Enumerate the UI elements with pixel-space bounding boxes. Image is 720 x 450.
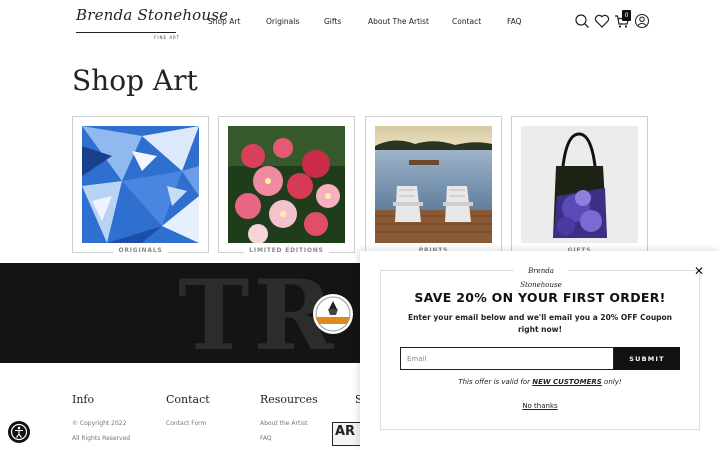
- account-icon[interactable]: [634, 13, 650, 29]
- nav-contact[interactable]: Contact: [452, 17, 481, 26]
- footer-contact: Contact Contact Form: [166, 393, 210, 427]
- footer-info: Info © Copyright 2022 All Rights Reserve…: [72, 393, 130, 442]
- category-card-originals[interactable]: ORIGINALS: [72, 116, 209, 254]
- nav-about-artist[interactable]: About The Artist: [368, 17, 429, 26]
- offer-suffix: only!: [601, 378, 622, 386]
- footer-copyright: © Copyright 2022: [72, 420, 127, 427]
- logo-script: Brenda Stonehouse: [76, 6, 229, 24]
- nav-gifts[interactable]: Gifts: [324, 17, 341, 26]
- arc-logo: AR: [332, 422, 362, 446]
- close-icon[interactable]: ✕: [692, 264, 706, 278]
- limited-editions-artwork: [228, 126, 345, 243]
- award-seal-badge: [313, 294, 353, 334]
- nav-originals[interactable]: Originals: [266, 17, 299, 26]
- offer-note: This offer is valid for NEW CUSTOMERS on…: [380, 378, 700, 386]
- accessibility-icon: [10, 423, 28, 441]
- footer-contact-form-link[interactable]: Contact Form: [166, 420, 206, 427]
- no-thanks-link[interactable]: No thanks: [380, 402, 700, 410]
- offer-highlight: NEW CUSTOMERS: [532, 378, 602, 386]
- category-card-prints[interactable]: PRINTS: [365, 116, 502, 254]
- footer-resources-heading: Resources: [260, 393, 318, 406]
- prints-artwork: [375, 126, 492, 243]
- nav-faq[interactable]: FAQ: [507, 17, 522, 26]
- email-field[interactable]: [400, 347, 614, 370]
- submit-button[interactable]: SUBMIT: [614, 347, 680, 370]
- category-card-limited-editions[interactable]: LIMITED EDITIONS: [218, 116, 355, 254]
- category-label-originals: ORIGINALS: [73, 247, 208, 254]
- footer-info-heading: Info: [72, 393, 95, 406]
- offer-prefix: This offer is valid for: [458, 378, 533, 386]
- footer-contact-heading: Contact: [166, 393, 210, 406]
- brand-logo[interactable]: Brenda Stonehouse FINE ART: [76, 6, 228, 40]
- originals-artwork: [82, 126, 199, 243]
- nav-shop-art[interactable]: Shop Art: [208, 17, 240, 26]
- search-icon[interactable]: [574, 13, 590, 29]
- page-title: Shop Art: [72, 64, 198, 97]
- logo-rule: [76, 32, 176, 33]
- popup-logo: Brenda Stonehouse: [514, 264, 568, 289]
- category-label-limited-editions: LIMITED EDITIONS: [219, 247, 354, 254]
- category-card-gifts[interactable]: GIFTS: [511, 116, 648, 254]
- site-header: Brenda Stonehouse FINE ART Shop Art Orig…: [0, 0, 720, 44]
- footer-faq-link[interactable]: FAQ: [260, 435, 272, 442]
- heart-icon[interactable]: [594, 13, 610, 29]
- footer-about-link[interactable]: About the Artist: [260, 420, 307, 427]
- footer-rights: All Rights Reserved: [72, 435, 131, 442]
- popup-headline: SAVE 20% ON YOUR FIRST ORDER!: [414, 290, 666, 305]
- logo-subtitle: FINE ART: [154, 35, 180, 40]
- footer-resources: Resources About the Artist FAQ: [260, 393, 318, 442]
- gifts-artwork: [521, 126, 638, 243]
- cart-count-badge: 0: [622, 10, 631, 21]
- popup-body: Enter your email below and we'll email y…: [407, 313, 673, 334]
- accessibility-button[interactable]: [8, 421, 30, 443]
